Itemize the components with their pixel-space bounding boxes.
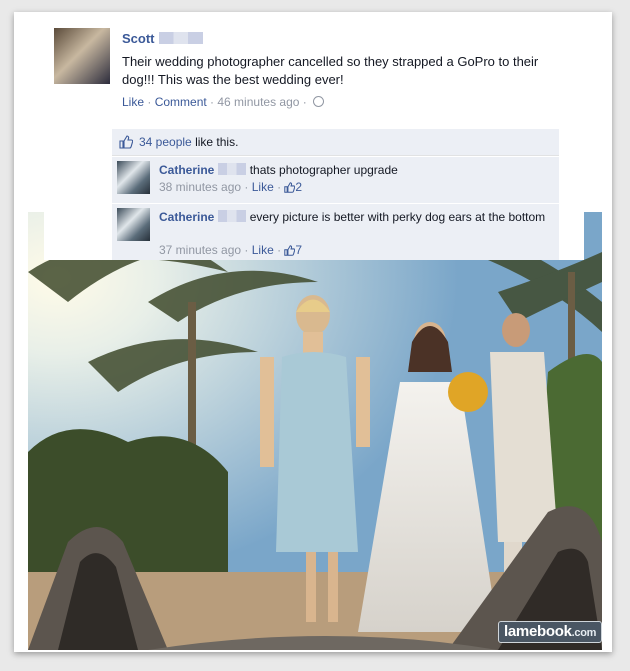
comment-item: Catherine thats photographer upgrade 38 … <box>112 156 559 203</box>
lamebook-watermark: lamebook.com <box>498 621 603 643</box>
post-text: Their wedding photographer cancelled so … <box>122 54 539 87</box>
post-timestamp[interactable]: 46 minutes ago <box>217 95 299 109</box>
comment-text: every picture is better with perky dog e… <box>249 210 546 224</box>
author-avatar[interactable] <box>54 28 110 84</box>
post-author[interactable]: Scott <box>122 31 203 46</box>
comment-timestamp[interactable]: 38 minutes ago <box>159 180 241 194</box>
likes-suffix: like this. <box>195 135 239 149</box>
comment-link[interactable]: Comment <box>155 95 207 109</box>
facebook-post: Scott Their wedding photographer cancell… <box>44 18 584 260</box>
comment-like-count[interactable]: 7 <box>295 243 302 257</box>
comment-like-link[interactable]: Like <box>252 243 274 257</box>
comment-item: Catherine every picture is better with p… <box>112 203 559 261</box>
comment-text: thats photographer upgrade <box>249 163 398 177</box>
commenter-name[interactable]: Catherine <box>159 163 247 177</box>
commenter-avatar[interactable] <box>117 208 150 241</box>
thumbs-up-icon <box>284 182 296 196</box>
globe-icon[interactable] <box>313 96 325 107</box>
comment-meta: 37 minutes ago · Like · 7 <box>159 243 303 259</box>
thumbs-up-icon <box>119 135 134 152</box>
post-meta: Like · Comment · 46 minutes ago · <box>122 95 325 109</box>
comment-like-count[interactable]: 2 <box>295 180 302 194</box>
like-link[interactable]: Like <box>122 95 144 109</box>
thumbs-up-icon <box>284 245 296 259</box>
comment-meta: 38 minutes ago · Like · 2 <box>159 180 303 196</box>
wedding-photo <box>28 212 602 650</box>
commenter-name[interactable]: Catherine <box>159 210 247 224</box>
likes-summary: 34 people like this. <box>112 129 559 156</box>
commenter-avatar[interactable] <box>117 161 150 194</box>
likes-count[interactable]: 34 people <box>139 135 192 149</box>
feedback-section: 34 people like this. Catherine thats pho… <box>112 129 559 260</box>
comment-timestamp[interactable]: 37 minutes ago <box>159 243 241 257</box>
comment-like-link[interactable]: Like <box>252 180 274 194</box>
redacted-name <box>158 32 203 44</box>
